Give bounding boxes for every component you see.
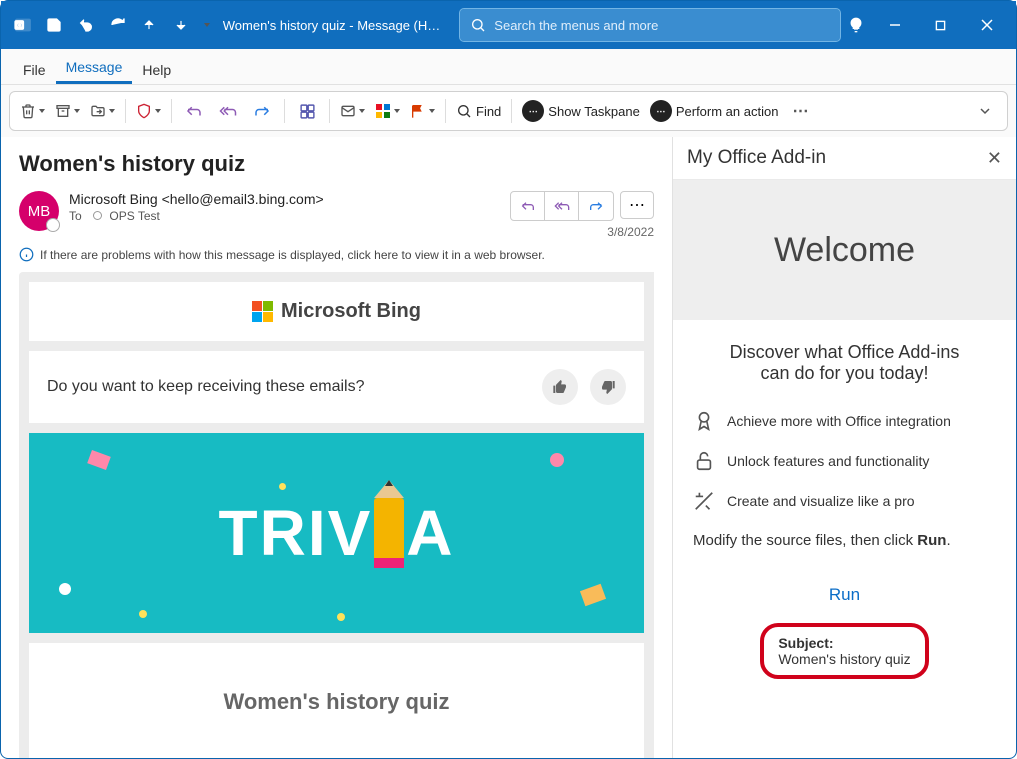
lightbulb-icon[interactable]: [840, 9, 872, 41]
save-icon[interactable]: [39, 9, 71, 41]
prev-item-icon[interactable]: [134, 9, 166, 41]
ribbon: Find ⋯Show Taskpane ⋯Perform an action ⋯: [1, 85, 1016, 137]
addin-icon: ⋯: [650, 100, 672, 122]
svg-text:O: O: [17, 22, 22, 29]
move-button[interactable]: [86, 95, 119, 127]
find-button[interactable]: Find: [452, 95, 505, 127]
header-reply-all-button[interactable]: [545, 192, 579, 220]
trivia-banner: TRIV A: [29, 433, 644, 633]
trivia-text: TRIV A: [219, 496, 455, 570]
forward-icon: [253, 102, 271, 120]
forward-icon: [588, 198, 604, 214]
keep-emails-text: Do you want to keep receiving these emai…: [47, 378, 365, 396]
addin-icon: ⋯: [522, 100, 544, 122]
archive-button[interactable]: [51, 95, 84, 127]
infobar-view-browser[interactable]: If there are problems with how this mess…: [19, 247, 654, 262]
thumbs-up-icon: [552, 379, 568, 395]
addin-instruction: Modify the source files, then click Run.: [693, 532, 996, 549]
sender-avatar[interactable]: MB: [19, 191, 59, 231]
shield-icon: [136, 103, 152, 119]
bing-brand-row: Microsoft Bing: [47, 300, 626, 323]
run-button[interactable]: Run: [693, 585, 996, 605]
info-icon: [19, 247, 34, 262]
from-line: Microsoft Bing <hello@email3.bing.com>: [69, 191, 500, 207]
addin-close-button[interactable]: ✕: [987, 148, 1002, 169]
flag-button[interactable]: [406, 95, 439, 127]
flag-icon: [410, 103, 426, 119]
window-title: Women's history quiz - Message (HT...: [223, 18, 443, 33]
reply-icon: [185, 102, 203, 120]
to-line: To OPS Test: [69, 209, 500, 223]
delete-button[interactable]: [16, 95, 49, 127]
trash-icon: [20, 103, 36, 119]
search-icon: [470, 17, 486, 33]
addin-welcome-header: Welcome: [673, 180, 1016, 320]
thumbs-up-button[interactable]: [542, 369, 578, 405]
reply-icon: [520, 198, 536, 214]
ribbon-tabs: File Message Help: [1, 49, 1016, 85]
thumbs-down-button[interactable]: [590, 369, 626, 405]
share-teams-button[interactable]: [291, 95, 323, 127]
chevron-down-icon: [979, 105, 991, 117]
header-more-button[interactable]: ⋯: [620, 191, 654, 219]
feature-item: Achieve more with Office integration: [693, 410, 996, 432]
message-subject: Women's history quiz: [19, 151, 654, 177]
close-window-button[interactable]: [964, 1, 1010, 49]
move-folder-icon: [90, 103, 106, 119]
microsoft-logo-icon: [252, 301, 273, 322]
header-reply-button[interactable]: [511, 192, 545, 220]
tab-message[interactable]: Message: [56, 53, 133, 84]
result-highlight: Subject: Women's history quiz: [760, 623, 928, 679]
header-forward-button[interactable]: [579, 192, 613, 220]
reply-all-button[interactable]: [212, 95, 244, 127]
envelope-flash-icon: [340, 103, 356, 119]
teams-icon: [299, 103, 316, 120]
addin-title: My Office Add-in: [687, 147, 826, 169]
message-date: 3/8/2022: [510, 225, 654, 239]
redo-icon[interactable]: [102, 9, 134, 41]
outlook-icon: O: [7, 9, 39, 41]
search-placeholder: Search the menus and more: [494, 18, 658, 33]
presence-icon: [93, 211, 102, 220]
reply-all-icon: [554, 198, 570, 214]
next-item-icon[interactable]: [165, 9, 197, 41]
archive-icon: [55, 103, 71, 119]
qat-customize-icon[interactable]: [197, 9, 215, 41]
undo-icon[interactable]: [70, 9, 102, 41]
tab-file[interactable]: File: [13, 56, 56, 84]
categories-icon: [375, 103, 391, 119]
show-taskpane-button[interactable]: ⋯Show Taskpane: [518, 95, 644, 127]
design-tools-icon: [693, 490, 715, 512]
quiz-title: Women's history quiz: [47, 661, 626, 743]
quick-steps-button[interactable]: [336, 95, 369, 127]
forward-button[interactable]: [246, 95, 278, 127]
feature-item: Create and visualize like a pro: [693, 490, 996, 512]
message-body[interactable]: Microsoft Bing Do you want to keep recei…: [19, 272, 654, 758]
ribbon-overflow-button[interactable]: ⋯: [784, 95, 816, 127]
thumbs-down-icon: [600, 379, 616, 395]
report-button[interactable]: [132, 95, 165, 127]
feature-item: Unlock features and functionality: [693, 450, 996, 472]
tell-me-search[interactable]: Search the menus and more: [460, 9, 840, 41]
reply-all-icon: [219, 102, 237, 120]
reply-button[interactable]: [178, 95, 210, 127]
maximize-button[interactable]: [918, 1, 964, 49]
perform-action-button[interactable]: ⋯Perform an action: [646, 95, 783, 127]
minimize-button[interactable]: [872, 1, 918, 49]
tab-help[interactable]: Help: [132, 56, 181, 84]
addin-subtitle: Discover what Office Add-ins can do for …: [693, 342, 996, 384]
message-pane: Women's history quiz MB Microsoft Bing <…: [1, 137, 672, 758]
ribbon-badge-icon: [693, 410, 715, 432]
lock-icon: [693, 450, 715, 472]
categorize-button[interactable]: [371, 95, 404, 127]
addin-taskpane: My Office Add-in ✕ Welcome Discover what…: [672, 137, 1016, 758]
ribbon-collapse-button[interactable]: [969, 95, 1001, 127]
find-icon: [456, 103, 472, 119]
title-bar: O Women's history quiz - Message (HT... …: [1, 1, 1016, 49]
pencil-icon: [374, 498, 404, 568]
